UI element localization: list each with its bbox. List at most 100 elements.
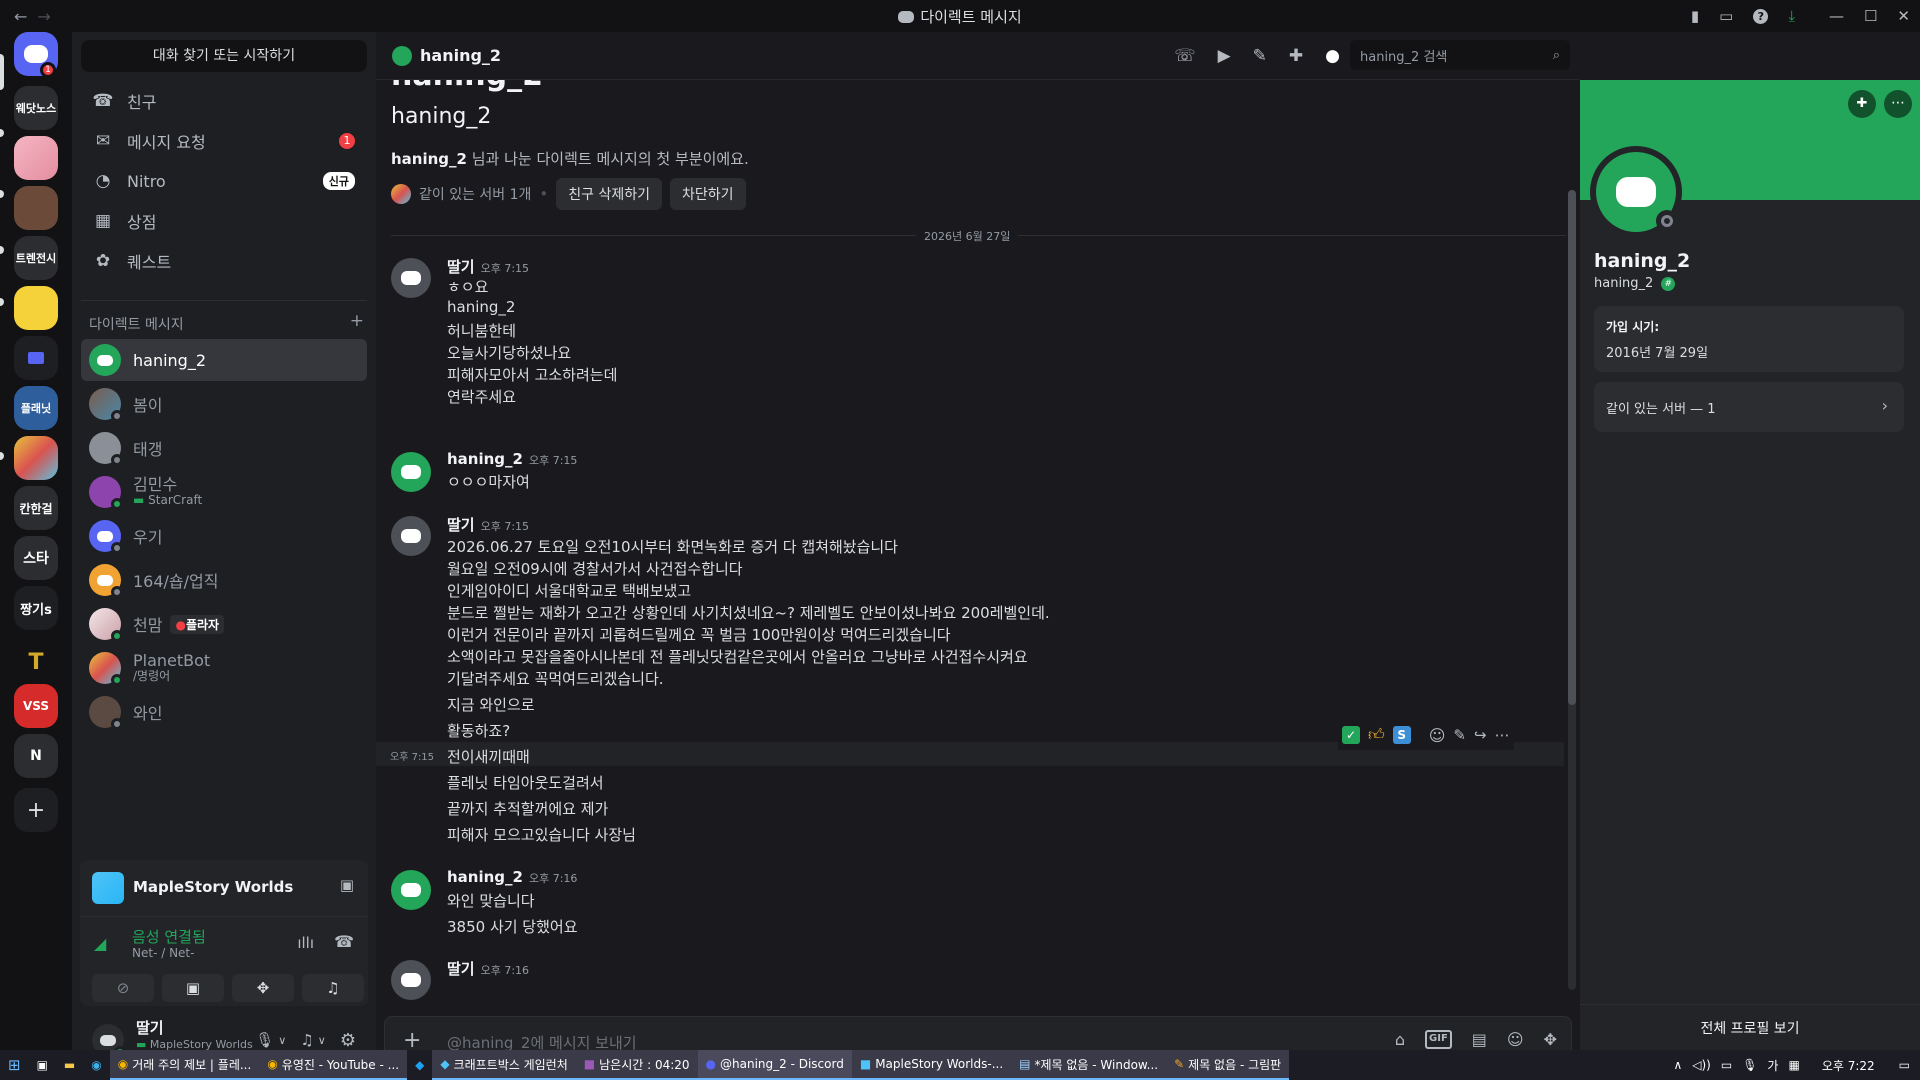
back-arrow-icon[interactable]: ←: [14, 7, 27, 26]
taskbar-item[interactable]: ▤ *제목 없음 - Window...: [1011, 1050, 1167, 1080]
taskbar-item[interactable]: ✎ 제목 없음 - 그림판: [1166, 1050, 1290, 1080]
nav-friends[interactable]: ☎ 친구: [81, 82, 367, 120]
nav-shop[interactable]: ▦ 상점: [81, 202, 367, 240]
server-icon[interactable]: 트렌전시: [14, 236, 58, 280]
server-icon[interactable]: 스타: [14, 536, 58, 580]
dm-item[interactable]: 와인: [81, 691, 367, 733]
taskbar-item[interactable]: ■ MapleStory Worlds-...: [851, 1050, 1012, 1080]
network-icon[interactable]: ▭: [1721, 1058, 1732, 1072]
profile-avatar[interactable]: [1590, 146, 1682, 238]
start-button[interactable]: ⊞: [0, 1050, 29, 1080]
server-icon[interactable]: T: [14, 640, 58, 684]
nav-message-requests[interactable]: ✉ 메시지 요청 1: [81, 122, 367, 160]
dm-item[interactable]: haning_2: [81, 339, 367, 381]
keyboard-icon[interactable]: ▦: [1788, 1058, 1799, 1072]
edge-icon[interactable]: ◉: [83, 1050, 109, 1080]
taskbar-item[interactable]: ◆ 크래프트박스 게임런처: [432, 1050, 576, 1080]
header-username[interactable]: haning_2: [420, 46, 501, 65]
microphone-icon[interactable]: 🎙︎: [1742, 1058, 1757, 1072]
edit-icon[interactable]: ✎: [1453, 726, 1466, 744]
thumbs-up-emoji-icon[interactable]: 👍︎: [1368, 725, 1385, 745]
dm-item[interactable]: PlanetBot /명령어: [81, 647, 367, 689]
task-view-icon[interactable]: ▣: [29, 1050, 56, 1080]
screen-share-button[interactable]: ▣: [162, 974, 224, 1002]
apps-icon[interactable]: ✥: [1544, 1030, 1557, 1049]
add-server-button[interactable]: +: [14, 788, 58, 832]
dm-item[interactable]: 김민수 ▬ StarCraft: [81, 471, 367, 513]
mutual-servers-link[interactable]: 같이 있는 서버 1개: [419, 184, 531, 204]
activities-button[interactable]: ✥: [232, 974, 294, 1002]
folder-icon[interactable]: [14, 336, 58, 380]
video-call-icon[interactable]: ▶: [1218, 46, 1231, 66]
chevron-down-icon[interactable]: ∨: [318, 1034, 326, 1047]
server-icon[interactable]: [14, 136, 58, 180]
help-icon[interactable]: ?: [1753, 8, 1769, 24]
server-icon[interactable]: VSS: [14, 684, 58, 728]
screen-share-icon[interactable]: ▣: [340, 876, 354, 894]
dm-item[interactable]: 우기: [81, 515, 367, 557]
noise-suppression-icon[interactable]: ıllı: [297, 934, 314, 952]
inbox-icon[interactable]: ▭: [1719, 7, 1733, 25]
taskbar-item[interactable]: ● @haning_2 - Discord: [697, 1050, 852, 1080]
notification-icon[interactable]: ▭: [1899, 1058, 1910, 1072]
more-options-icon[interactable]: ⋯: [1884, 90, 1912, 118]
ime-indicator[interactable]: 가: [1767, 1057, 1778, 1074]
emoji-icon[interactable]: ☺: [1507, 1030, 1524, 1049]
file-explorer-icon[interactable]: ▬: [56, 1050, 83, 1080]
voice-call-icon[interactable]: ☏: [1174, 46, 1195, 66]
server-icon[interactable]: 웨닷노스: [14, 86, 58, 130]
server-icon[interactable]: [14, 286, 58, 330]
message-avatar[interactable]: [391, 870, 431, 910]
dm-item[interactable]: 봄이: [81, 383, 367, 425]
pinned-messages-icon[interactable]: ✎: [1253, 46, 1267, 66]
remove-friend-button[interactable]: 친구 삭제하기: [556, 178, 663, 210]
mutual-servers-row[interactable]: 같이 있는 서버 — 1 ›: [1594, 382, 1904, 432]
taskbar-item[interactable]: ■ 남은시간 : 04:20: [575, 1050, 698, 1080]
server-icon[interactable]: N: [14, 734, 58, 778]
chevron-down-icon[interactable]: ∨: [278, 1034, 286, 1047]
settings-gear-icon[interactable]: ⚙: [340, 1030, 356, 1051]
add-friends-to-dm-icon[interactable]: ✚: [1289, 46, 1303, 66]
close-button[interactable]: ✕: [1897, 7, 1910, 25]
voice-status[interactable]: 음성 연결됨: [132, 926, 206, 947]
twitter-icon[interactable]: ◆: [407, 1050, 432, 1080]
soundboard-button[interactable]: ♫: [302, 974, 364, 1002]
add-friend-icon[interactable]: ✚: [1848, 90, 1876, 118]
dm-item[interactable]: 태갱: [81, 427, 367, 469]
disconnect-icon[interactable]: ☎: [334, 932, 354, 951]
server-icon[interactable]: 플래닛: [14, 386, 58, 430]
check-emoji-icon[interactable]: ✓: [1342, 726, 1360, 744]
add-reaction-icon[interactable]: ☺: [1429, 726, 1446, 745]
microphone-icon[interactable]: 🎙︎: [255, 1031, 274, 1049]
view-full-profile-button[interactable]: 전체 프로필 보기: [1580, 1018, 1920, 1038]
block-button[interactable]: 차단하기: [670, 178, 746, 210]
taskbar-item[interactable]: ◉ 유영진 - YouTube - ...: [259, 1050, 408, 1080]
message-avatar[interactable]: [391, 516, 431, 556]
taskbar-item[interactable]: ◉ 거래 주의 제보 | 플레...: [109, 1050, 260, 1080]
scrollbar-thumb[interactable]: [1568, 190, 1576, 705]
gif-icon[interactable]: GIF: [1425, 1030, 1452, 1049]
volume-icon[interactable]: ◁)): [1692, 1058, 1711, 1072]
dm-item[interactable]: 164/숍/업직: [81, 559, 367, 601]
maximize-button[interactable]: ☐: [1864, 7, 1877, 25]
server-icon[interactable]: 짱기s: [14, 586, 58, 630]
bookmark-icon[interactable]: ▮: [1691, 7, 1699, 25]
dm-item[interactable]: 천맘 ●플라자: [81, 603, 367, 645]
plus-icon[interactable]: +: [350, 313, 364, 334]
nav-nitro[interactable]: ◔ Nitro 신규: [81, 162, 367, 200]
download-icon[interactable]: ⤓: [1788, 7, 1795, 25]
server-icon[interactable]: 칸한걸: [14, 486, 58, 530]
minimize-button[interactable]: —: [1829, 7, 1844, 25]
more-options-icon[interactable]: ⋯: [1495, 726, 1510, 744]
nav-quests[interactable]: ✿ 퀘스트: [81, 242, 367, 280]
message-avatar[interactable]: [391, 452, 431, 492]
s-emoji-icon[interactable]: S: [1392, 726, 1411, 744]
chevron-up-icon[interactable]: ∧: [1673, 1058, 1682, 1072]
gift-icon[interactable]: ⌂: [1395, 1030, 1405, 1049]
camera-off-button[interactable]: ⊘: [92, 974, 154, 1002]
user-profile-icon[interactable]: ●: [1325, 46, 1340, 66]
message-avatar[interactable]: [391, 960, 431, 1000]
server-icon[interactable]: [14, 436, 58, 480]
server-icon[interactable]: [14, 186, 58, 230]
sticker-icon[interactable]: ▤: [1472, 1030, 1487, 1049]
